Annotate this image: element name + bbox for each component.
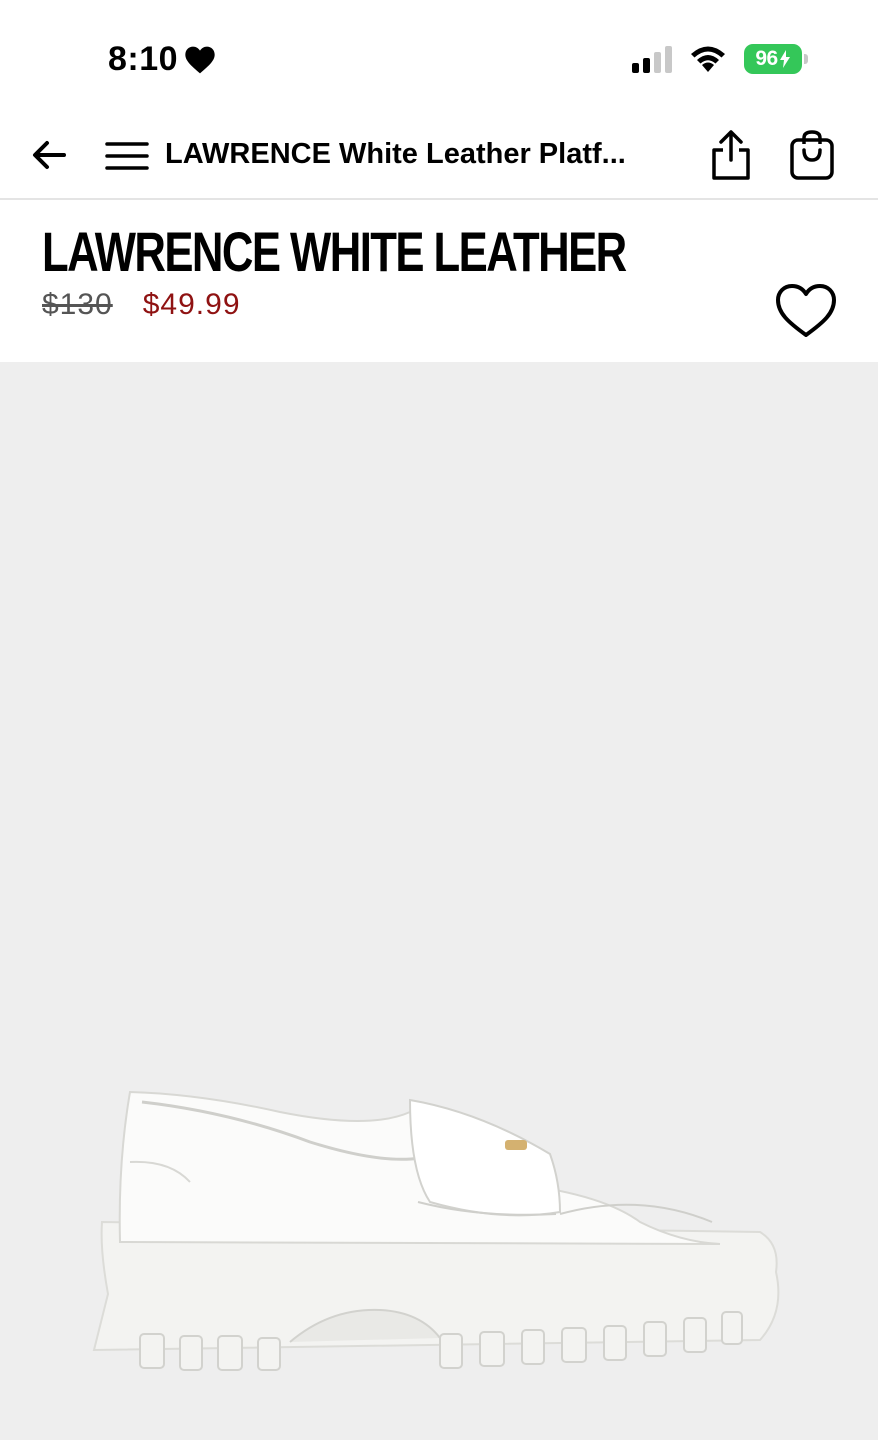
wishlist-heart-icon[interactable] bbox=[774, 282, 838, 340]
product-title: LAWRENCE WHITE LEATHER bbox=[42, 220, 627, 283]
nav-bar: LAWRENCE White Leather Platf... bbox=[0, 110, 878, 200]
shopping-bag-icon[interactable] bbox=[788, 128, 836, 182]
battery-icon: 96 bbox=[744, 44, 808, 74]
wifi-icon bbox=[691, 46, 725, 72]
status-time-group: 8:10 bbox=[108, 40, 216, 79]
back-arrow-icon[interactable] bbox=[28, 134, 70, 176]
menu-icon[interactable] bbox=[104, 136, 150, 176]
status-icons: 96 bbox=[632, 44, 808, 74]
status-bar: 8:10 96 bbox=[0, 0, 878, 110]
price-row: $130 $49.99 bbox=[42, 288, 241, 322]
nav-title: LAWRENCE White Leather Platf... bbox=[165, 138, 626, 170]
product-image-area[interactable] bbox=[0, 362, 878, 1440]
product-header: LAWRENCE WHITE LEATHER $130 $49.99 bbox=[0, 202, 878, 362]
share-icon[interactable] bbox=[708, 128, 754, 182]
price-original: $130 bbox=[42, 288, 113, 321]
status-time: 8:10 bbox=[108, 40, 179, 78]
battery-level: 96 bbox=[755, 47, 778, 70]
product-image bbox=[92, 1090, 780, 1371]
price-sale: $49.99 bbox=[142, 288, 241, 321]
heart-icon bbox=[185, 46, 215, 73]
signal-icon bbox=[632, 45, 672, 73]
